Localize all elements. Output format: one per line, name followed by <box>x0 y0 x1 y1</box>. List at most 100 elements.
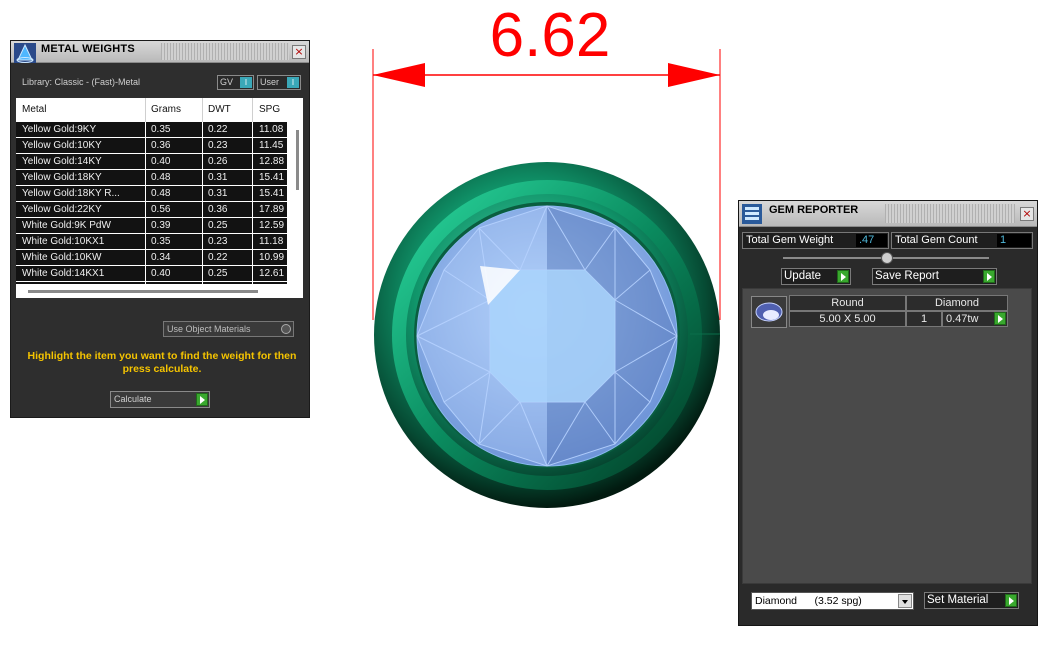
update-button[interactable]: Update <box>781 268 851 285</box>
gem-weight-go-icon[interactable] <box>994 312 1006 325</box>
user-toggle[interactable]: User I <box>257 75 301 90</box>
table-row[interactable]: Yellow Gold:18KY 0.48 0.31 15.41 <box>16 170 287 186</box>
metal-weights-panel: METAL WEIGHTS × Library: Classic - (Fast… <box>10 40 310 418</box>
cell-divider <box>202 218 203 234</box>
vertical-scrollbar[interactable] <box>292 122 303 298</box>
save-report-button[interactable]: Save Report <box>872 268 997 285</box>
gem-weight-value: 0.47tw <box>946 313 979 325</box>
cell-metal: White Gold:10KX1 <box>22 236 105 247</box>
gv-toggle-switch-icon[interactable]: I <box>240 77 252 88</box>
vertical-scroll-thumb[interactable] <box>296 130 299 190</box>
cell-dwt: 0.23 <box>208 140 228 151</box>
gem-reporter-titlebar[interactable]: GEM REPORTER × <box>739 201 1037 227</box>
cell-metal: White Gold:10KW <box>22 252 102 263</box>
cell-metal: Yellow Gold:14KY <box>22 156 102 167</box>
table-row[interactable]: White Gold:14KX1 0.40 0.25 12.61 <box>16 266 287 282</box>
calculate-go-icon[interactable] <box>196 393 208 406</box>
dimension-arrow-right <box>668 63 720 87</box>
cell-divider <box>252 202 253 218</box>
gem-material: Diamond <box>906 295 1008 311</box>
cell-grams: 0.48 <box>151 188 171 199</box>
gem-count: 1 <box>906 311 942 327</box>
dimension-arrow-left <box>373 63 425 87</box>
gem-reporter-logo-icon <box>742 204 762 224</box>
metal-weights-close-icon[interactable]: × <box>292 45 306 59</box>
cell-divider <box>252 250 253 266</box>
total-gem-weight-field: Total Gem Weight .47 <box>742 232 889 249</box>
cell-metal: Yellow Gold:18KY <box>22 172 102 183</box>
cell-divider <box>202 234 203 250</box>
cell-metal: White Gold:14KX1 <box>22 268 105 279</box>
set-material-go-icon[interactable] <box>1005 594 1017 607</box>
table-row[interactable]: White Gold:10KW 0.34 0.22 10.99 <box>16 250 287 266</box>
cell-metal: Yellow Gold:10KY <box>22 140 102 151</box>
gem-shape: Round <box>789 295 906 311</box>
cell-grams: 0.56 <box>151 204 171 215</box>
cell-divider <box>252 170 253 186</box>
calculate-label: Calculate <box>114 394 152 404</box>
cell-divider <box>202 154 203 170</box>
metal-weights-title: METAL WEIGHTS <box>41 43 135 55</box>
cell-divider <box>202 170 203 186</box>
cell-metal: White Gold:9K PdW <box>22 220 111 231</box>
table-row[interactable]: Yellow Gold:18KY R... 0.48 0.31 15.41 <box>16 186 287 202</box>
cell-divider <box>202 202 203 218</box>
titlebar-grip <box>885 204 1015 223</box>
column-header-grams[interactable]: Grams <box>151 104 181 115</box>
use-object-materials-radio[interactable] <box>281 324 291 334</box>
column-header-metal[interactable]: Metal <box>22 104 46 115</box>
gem-size: 5.00 X 5.00 <box>789 311 906 327</box>
chevron-down-icon[interactable] <box>898 594 912 608</box>
gem-reporter-close-icon[interactable]: × <box>1020 207 1034 221</box>
report-slider-handle[interactable] <box>881 252 893 264</box>
column-header-dwt[interactable]: DWT <box>208 104 231 115</box>
cell-dwt: 0.31 <box>208 172 228 183</box>
horizontal-scrollbar[interactable] <box>16 284 292 298</box>
update-go-icon[interactable] <box>837 270 849 283</box>
column-divider <box>202 98 203 122</box>
column-divider <box>252 98 253 122</box>
set-material-button[interactable]: Set Material <box>924 592 1019 609</box>
use-object-materials-label: Use Object Materials <box>167 324 251 334</box>
cell-divider <box>145 234 146 250</box>
cell-dwt: 0.22 <box>208 252 228 263</box>
cell-divider <box>145 138 146 154</box>
cell-divider <box>252 122 253 138</box>
cell-dwt: 0.25 <box>208 220 228 231</box>
metal-weights-titlebar[interactable]: METAL WEIGHTS × <box>11 41 309 63</box>
user-toggle-switch-icon[interactable]: I <box>287 77 299 88</box>
horizontal-scroll-thumb[interactable] <box>28 290 258 293</box>
cell-grams: 0.48 <box>151 172 171 183</box>
use-object-materials-option[interactable]: Use Object Materials <box>163 321 294 337</box>
save-report-go-icon[interactable] <box>983 270 995 283</box>
set-material-button-label: Set Material <box>927 594 989 606</box>
table-header: Metal Grams DWT SPG <box>16 98 303 122</box>
table-row[interactable]: Yellow Gold:22KY 0.56 0.36 17.89 <box>16 202 287 218</box>
cell-dwt: 0.36 <box>208 204 228 215</box>
column-header-spg[interactable]: SPG <box>259 104 280 115</box>
cell-dwt: 0.31 <box>208 188 228 199</box>
cell-dwt: 0.22 <box>208 124 228 135</box>
cell-grams: 0.39 <box>151 220 171 231</box>
cell-metal: Yellow Gold:18KY R... <box>22 188 120 199</box>
total-gem-count-value: 1 <box>997 234 1031 247</box>
cell-grams: 0.40 <box>151 268 171 279</box>
titlebar-grip <box>161 43 289 60</box>
calculate-dropdown[interactable]: Calculate <box>110 391 210 408</box>
column-divider <box>145 98 146 122</box>
gv-toggle[interactable]: GV I <box>217 75 254 90</box>
table-row[interactable]: Yellow Gold:14KY 0.40 0.26 12.88 <box>16 154 287 170</box>
total-gem-count-field: Total Gem Count 1 <box>891 232 1033 249</box>
gem-thumbnail[interactable] <box>751 296 787 328</box>
table-row[interactable]: Yellow Gold:10KY 0.36 0.23 11.45 <box>16 138 287 154</box>
cell-divider <box>252 234 253 250</box>
table-row[interactable]: White Gold:10KX1 0.35 0.23 11.18 <box>16 234 287 250</box>
dimension-value: 6.62 <box>489 1 611 70</box>
gem-reporter-title: GEM REPORTER <box>769 204 859 216</box>
table-row[interactable]: White Gold:9K PdW 0.39 0.25 12.59 <box>16 218 287 234</box>
material-select[interactable]: Diamond (3.52 spg) <box>751 592 914 610</box>
table-row[interactable]: Yellow Gold:9KY 0.35 0.22 11.08 <box>16 122 287 138</box>
gemstone <box>416 205 678 467</box>
gem-list: Round Diamond 5.00 X 5.00 1 0.47tw <box>742 288 1032 584</box>
cell-divider <box>252 186 253 202</box>
